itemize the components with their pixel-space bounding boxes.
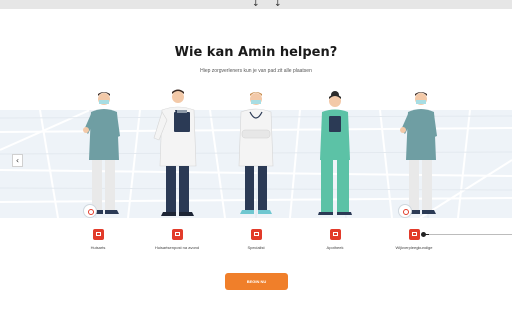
choice-label: Specialist (247, 245, 265, 250)
begin-now-button[interactable]: Begin nu (225, 273, 288, 290)
calendar-icon (329, 229, 341, 240)
arrow-down-icon: ↓ (252, 0, 260, 9)
doctor-figure (230, 90, 282, 222)
page: ↓ ↓ Wie kan Amin helpen? Hiep zorgverlen… (0, 0, 512, 310)
calendar-icon (171, 229, 183, 240)
doctor-figure (395, 90, 445, 222)
choice-label: Huisartsenpost na avond (154, 245, 200, 250)
choice-item-specialist[interactable]: Specialist (221, 229, 291, 250)
page-title: Wie kan Amin helpen? (174, 45, 338, 60)
choice-label: Wijkverpleegkundige (395, 245, 433, 250)
map-pin-icon (398, 204, 412, 218)
page-subtitle: Hiep zorgverleners kun je van pad zit al… (200, 68, 312, 74)
choice-item-apotheek[interactable]: Apotheek (300, 229, 370, 250)
arrow-down-icon: ↓ (274, 0, 282, 9)
choice-item-wijkverpleegkundige[interactable]: Wijkverpleegkundige (379, 229, 449, 250)
chevron-left-icon: ‹ (15, 156, 20, 165)
doctor-figure (150, 88, 204, 222)
calendar-icon (92, 229, 104, 240)
nurse-figure (310, 90, 360, 222)
calendar-icon (250, 229, 262, 240)
doctor-figure (78, 90, 128, 222)
choice-label: Huisarts (90, 245, 106, 250)
map-pin-icon (83, 204, 97, 218)
calendar-icon (408, 229, 420, 240)
choice-label: Apotheek (326, 245, 344, 250)
choice-item-huisarts[interactable]: Huisarts (63, 229, 133, 250)
carousel-prev-button[interactable]: ‹ (12, 154, 23, 167)
choice-item-huisartsenpost[interactable]: Huisartsenpost na avond (142, 229, 212, 250)
